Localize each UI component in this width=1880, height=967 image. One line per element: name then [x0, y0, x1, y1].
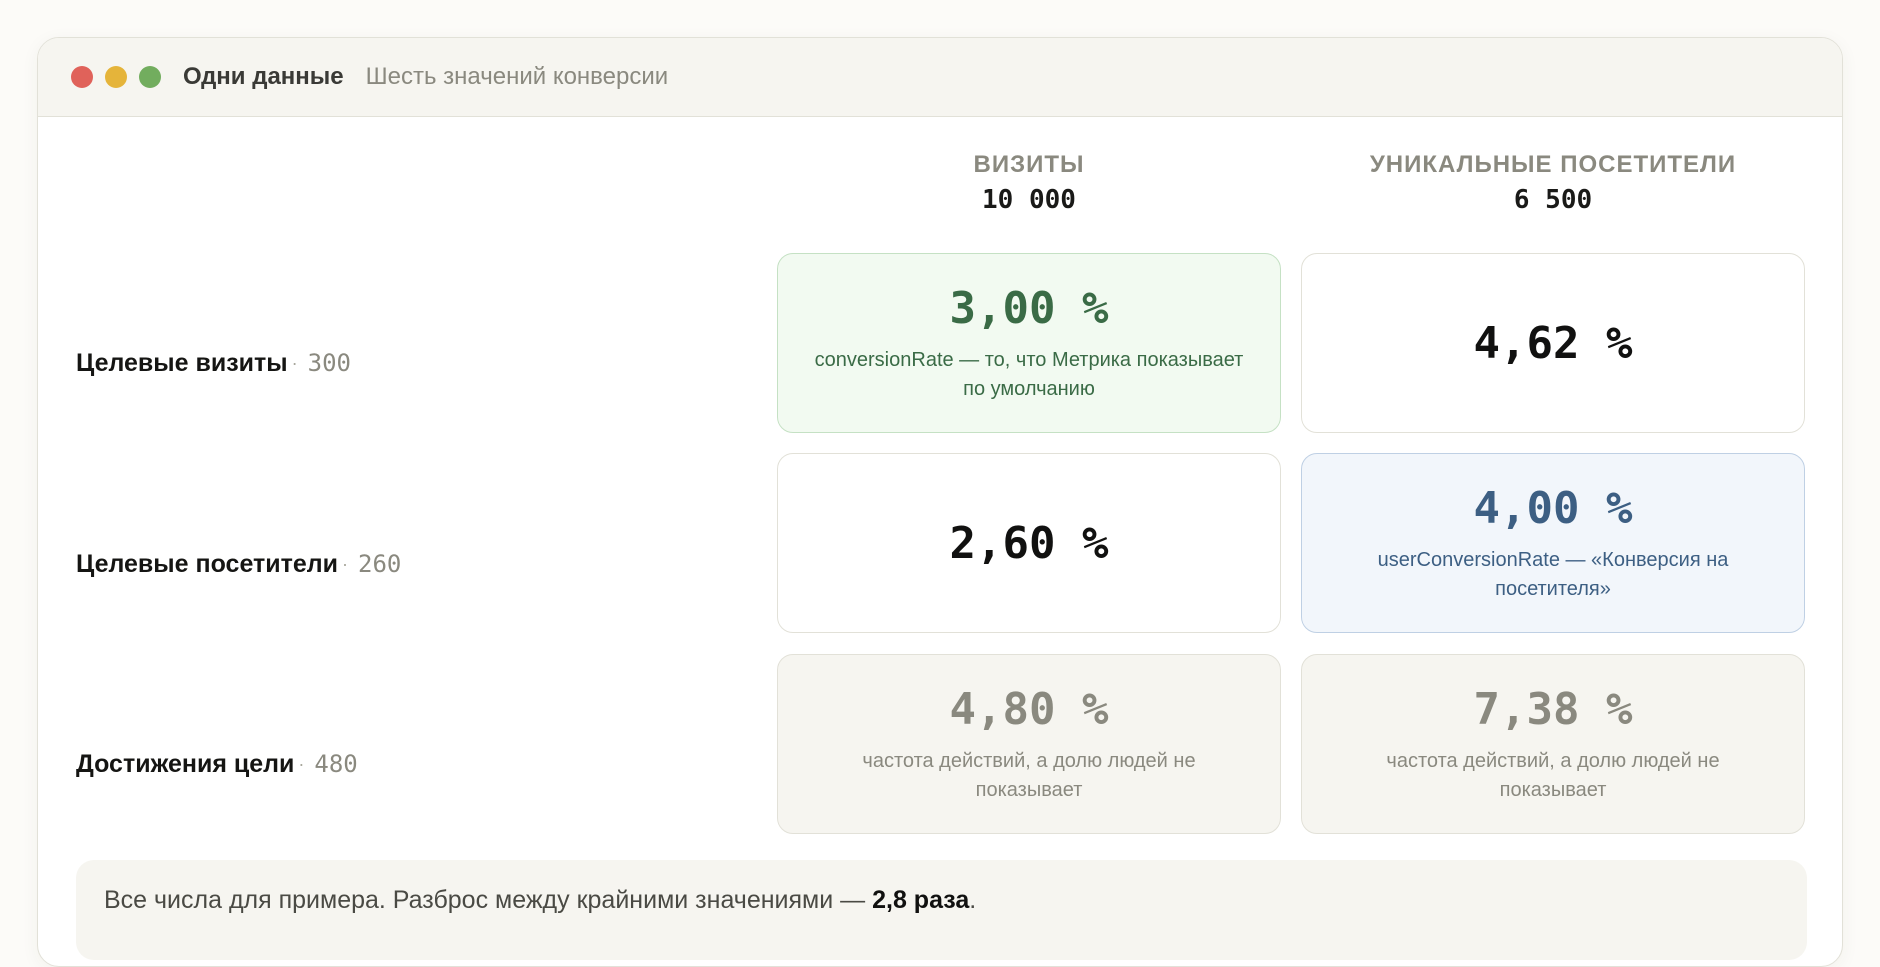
cell-value: 2,60 % — [949, 517, 1109, 569]
column-header-visits: Визиты 10 000 — [777, 151, 1281, 215]
column-header-label: Визиты — [973, 151, 1085, 178]
cell-note: частота действий, а долю людей не показы… — [1386, 749, 1720, 801]
row-label-count: 260 — [358, 550, 402, 578]
cell-value: 4,00 % — [1473, 482, 1633, 534]
column-header-value: 10 000 — [982, 185, 1076, 215]
footer-text: Все числа для примера. Разброс между кра… — [104, 886, 873, 914]
cell-value: 4,80 % — [949, 683, 1109, 735]
close-window-dot-icon[interactable] — [71, 66, 93, 88]
title-bar: Одни данные Шесть значений конверсии — [38, 38, 1842, 117]
footer-end: . — [969, 886, 977, 914]
row-label-goal-reaches: Достижения цели · 480 — [76, 744, 358, 784]
column-header-label: Уникальные посетители — [1369, 151, 1737, 178]
cell-value: 4,62 % — [1473, 317, 1633, 369]
cell-goal-reaches-per-visitor: 7,38 % частота действий, а долю людей не… — [1301, 654, 1805, 834]
cell-value: 3,00 % — [949, 282, 1109, 334]
cell-conversion-rate: 3,00 % conversionRate — то, что Метрика … — [777, 253, 1281, 433]
cell-note: частота действий, а долю людей не показы… — [862, 749, 1196, 801]
cell-goal-reaches-per-visit: 4,80 % частота действий, а долю людей не… — [777, 654, 1281, 834]
cell-value: 7,38 % — [1473, 683, 1633, 735]
row-label-name: Целевые визиты — [76, 348, 288, 377]
maximize-window-dot-icon[interactable] — [139, 66, 161, 88]
column-header-unique-visitors: Уникальные посетители 6 500 — [1301, 151, 1805, 215]
row-label-separator: · — [298, 753, 305, 774]
app-window: Одни данные Шесть значений конверсии Виз… — [37, 37, 1843, 967]
footer-note: Все числа для примера. Разброс между кра… — [76, 860, 1807, 960]
row-label-goal-visitors: Целевые посетители · 260 — [76, 544, 401, 584]
footer-highlight: 2,8 раза — [872, 886, 970, 914]
window-subtitle: Шесть значений конверсии — [365, 63, 669, 90]
cell-goal-visitors-per-visit: 2,60 % — [777, 453, 1281, 633]
row-label-separator: · — [342, 553, 349, 574]
row-label-goal-visits: Целевые визиты · 300 — [76, 343, 351, 383]
cell-user-conversion-rate: 4,00 % userConversionRate — «Конверсия н… — [1301, 453, 1805, 633]
cell-note: conversionRate — то, что Метрика показыв… — [814, 348, 1244, 400]
column-header-value: 6 500 — [1513, 185, 1593, 215]
minimize-window-dot-icon[interactable] — [105, 66, 127, 88]
row-label-separator: · — [291, 352, 298, 373]
window-title: Одни данные — [183, 63, 344, 90]
row-label-name: Достижения цели — [76, 749, 295, 778]
cell-note: userConversionRate — «Конверсия на посет… — [1377, 548, 1729, 600]
row-label-count: 480 — [314, 750, 358, 778]
row-label-count: 300 — [307, 349, 351, 377]
cell-goal-visits-per-visitor: 4,62 % — [1301, 253, 1805, 433]
row-label-name: Целевые посетители — [76, 549, 339, 578]
